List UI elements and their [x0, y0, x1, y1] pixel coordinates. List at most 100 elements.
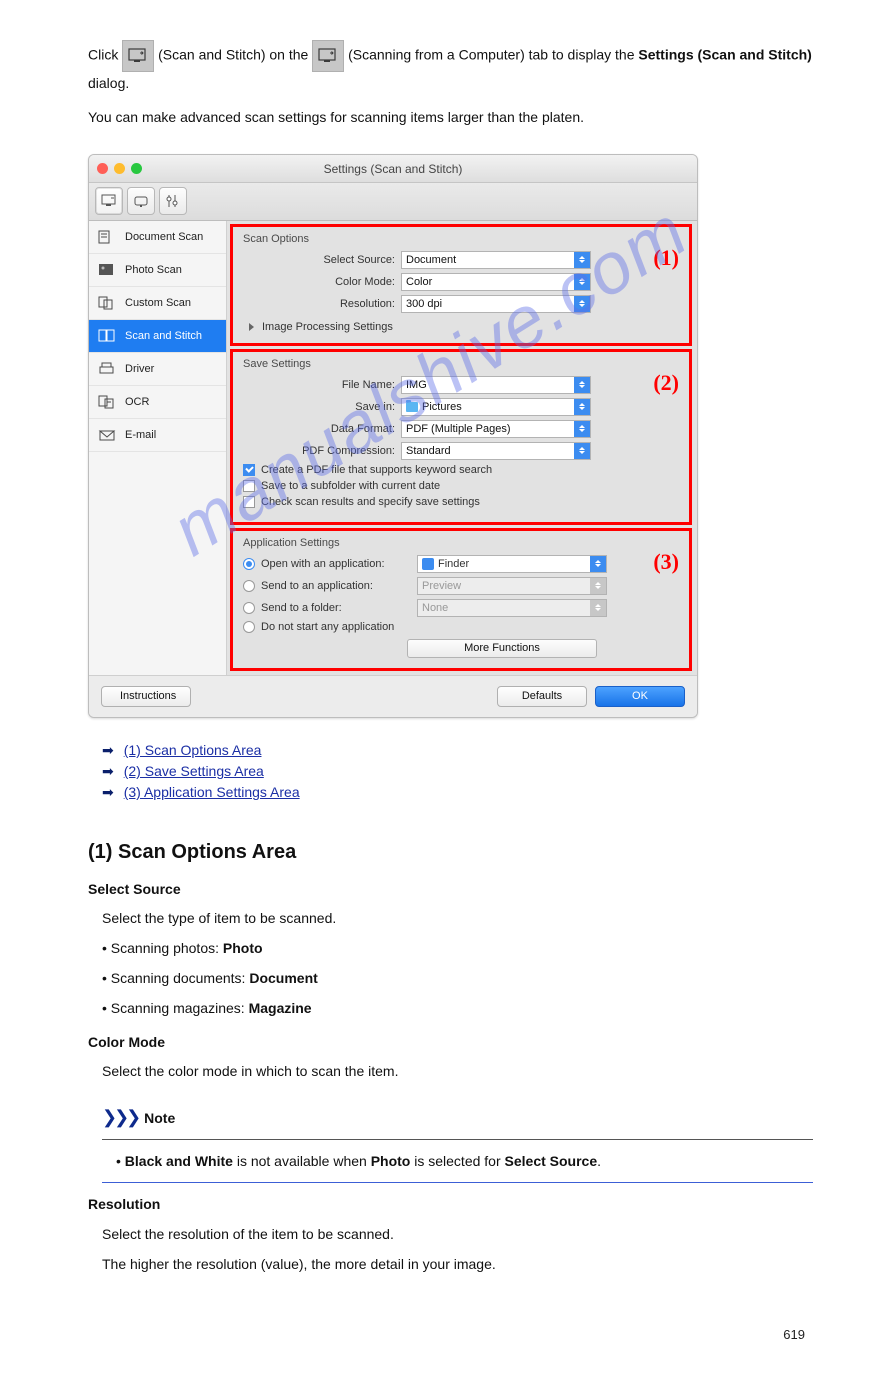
color-mode-dropdown[interactable]: Color	[401, 273, 591, 291]
select-source-dropdown[interactable]: Document	[401, 251, 591, 269]
main-panel: (1) Scan Options Select Source:Document …	[227, 221, 697, 675]
link-save-settings[interactable]: (2) Save Settings Area	[124, 763, 264, 779]
bullet-photos: • Scanning photos: Photo	[102, 937, 813, 961]
section-title-app-settings: Application Settings	[243, 537, 679, 549]
dropdown-arrows-icon	[574, 443, 590, 459]
do-not-start-radio[interactable]	[243, 621, 255, 633]
note-chevrons-icon: ❯❯❯	[102, 1107, 138, 1127]
open-with-app-dropdown[interactable]: Finder	[417, 555, 607, 573]
more-functions-button[interactable]: More Functions	[407, 639, 597, 658]
send-to-app-dropdown: Preview	[417, 577, 607, 595]
dialog-footer: Instructions Defaults OK	[89, 675, 697, 717]
dropdown-arrows-icon	[574, 252, 590, 268]
section-title-scan-options: Scan Options	[243, 233, 679, 245]
desc-select-source: Select the type of item to be scanned.	[102, 907, 813, 931]
sidebar-item-document-scan[interactable]: Document Scan	[89, 221, 226, 254]
sidebar-item-scan-and-stitch[interactable]: Scan and Stitch	[89, 320, 226, 353]
save-in-dropdown[interactable]: Pictures	[401, 398, 591, 416]
color-mode-label: Color Mode:	[243, 276, 401, 288]
zoom-icon[interactable]	[131, 163, 142, 174]
sidebar-item-photo-scan[interactable]: Photo Scan	[89, 254, 226, 287]
color-mode-value: Color	[406, 276, 432, 288]
term-resolution: Resolution	[88, 1193, 813, 1217]
subfolder-date-checkbox[interactable]	[243, 480, 255, 492]
sidebar-item-custom-scan[interactable]: Custom Scan	[89, 287, 226, 320]
email-icon	[97, 426, 117, 444]
link-application-settings[interactable]: (3) Application Settings Area	[124, 784, 300, 800]
sidebar-item-label: Document Scan	[125, 231, 203, 243]
sidebar-item-email[interactable]: E-mail	[89, 419, 226, 452]
dropdown-arrows-icon	[590, 600, 606, 616]
arrow-right-icon: ➡	[102, 742, 114, 759]
sidebar: Document Scan Photo Scan Custom Scan Sca…	[89, 221, 227, 675]
subfolder-date-label: Save to a subfolder with current date	[261, 480, 440, 492]
photo-scan-icon	[97, 261, 117, 279]
section-marker-2: (2)	[653, 370, 679, 396]
dropdown-arrows-icon	[590, 556, 606, 572]
data-format-dropdown[interactable]: PDF (Multiple Pages)	[401, 420, 591, 438]
instructions-button[interactable]: Instructions	[101, 686, 191, 707]
dialog-title: Settings (Scan and Stitch)	[324, 162, 463, 176]
save-in-label: Save in:	[243, 401, 401, 413]
bullet-documents: • Scanning documents: Document	[102, 967, 813, 991]
keyword-search-label: Create a PDF file that supports keyword …	[261, 464, 492, 476]
sidebar-item-driver[interactable]: Driver	[89, 353, 226, 386]
window-controls[interactable]	[97, 163, 142, 174]
send-to-folder-value: None	[422, 602, 448, 614]
folder-icon	[406, 402, 418, 412]
file-name-label: File Name:	[243, 379, 401, 391]
desc-resolution-1: Select the resolution of the item to be …	[102, 1223, 813, 1247]
dialog-titlebar: Settings (Scan and Stitch)	[89, 155, 697, 183]
send-to-folder-radio[interactable]	[243, 602, 255, 614]
resolution-dropdown[interactable]: 300 dpi	[401, 295, 591, 313]
term-select-source: Select Source	[88, 878, 813, 902]
section-heading-scan-options: (1) Scan Options Area	[88, 841, 813, 864]
note-label: Note	[144, 1110, 175, 1126]
intro-paragraph-2: You can make advanced scan settings for …	[88, 106, 813, 130]
minimize-icon[interactable]	[114, 163, 125, 174]
arrow-right-icon: ➡	[102, 763, 114, 780]
send-to-folder-dropdown: None	[417, 599, 607, 617]
section-title-save-settings: Save Settings	[243, 358, 679, 370]
dropdown-arrows-icon	[574, 296, 590, 312]
term-color-mode: Color Mode	[88, 1031, 813, 1055]
anchor-links: ➡ (1) Scan Options Area ➡ (2) Save Setting…	[102, 742, 813, 801]
sidebar-item-label: Custom Scan	[125, 297, 191, 309]
select-source-value: Document	[406, 254, 456, 266]
ok-button[interactable]: OK	[595, 686, 685, 707]
file-name-field[interactable]: IMG	[401, 376, 591, 394]
sidebar-item-label: Scan and Stitch	[125, 330, 202, 342]
send-to-app-radio[interactable]	[243, 580, 255, 592]
desc-color-mode: Select the color mode in which to scan t…	[102, 1060, 813, 1084]
note-rule-bottom	[102, 1182, 813, 1183]
desc-resolution-2: The higher the resolution (value), the m…	[102, 1253, 813, 1277]
link-scan-options[interactable]: (1) Scan Options Area	[124, 742, 262, 758]
ocr-icon	[97, 393, 117, 411]
disclosure-triangle-icon	[249, 323, 254, 331]
tab-scan-from-computer[interactable]	[95, 187, 123, 215]
section-application-settings: (3) Application Settings Open with an ap…	[230, 528, 692, 671]
check-results-checkbox[interactable]	[243, 496, 255, 508]
document-scan-icon	[97, 228, 117, 246]
scan-stitch-tab-icon	[122, 40, 154, 72]
open-with-app-radio[interactable]	[243, 558, 255, 570]
save-in-value: Pictures	[422, 401, 462, 413]
intro-text-d: Settings (Scan and Stitch)	[638, 47, 811, 63]
intro-text-e: dialog.	[88, 75, 129, 91]
resolution-label: Resolution:	[243, 298, 401, 310]
open-with-app-label: Open with an application:	[261, 558, 411, 570]
arrow-right-icon: ➡	[102, 784, 114, 801]
intro-text-a: Click	[88, 47, 122, 63]
tab-general-settings[interactable]	[159, 187, 187, 215]
scan-stitch-icon	[97, 327, 117, 345]
sidebar-item-ocr[interactable]: OCR	[89, 386, 226, 419]
close-icon[interactable]	[97, 163, 108, 174]
pdf-compression-dropdown[interactable]: Standard	[401, 442, 591, 460]
keyword-search-checkbox[interactable]	[243, 464, 255, 476]
tab-scan-from-panel[interactable]	[127, 187, 155, 215]
page-number: 619	[88, 1327, 813, 1342]
image-processing-disclosure[interactable]: Image Processing Settings	[249, 321, 679, 333]
driver-icon	[97, 360, 117, 378]
defaults-button[interactable]: Defaults	[497, 686, 587, 707]
intro-paragraph: Click (Scan and Stitch) on the (Scanning…	[88, 40, 813, 96]
